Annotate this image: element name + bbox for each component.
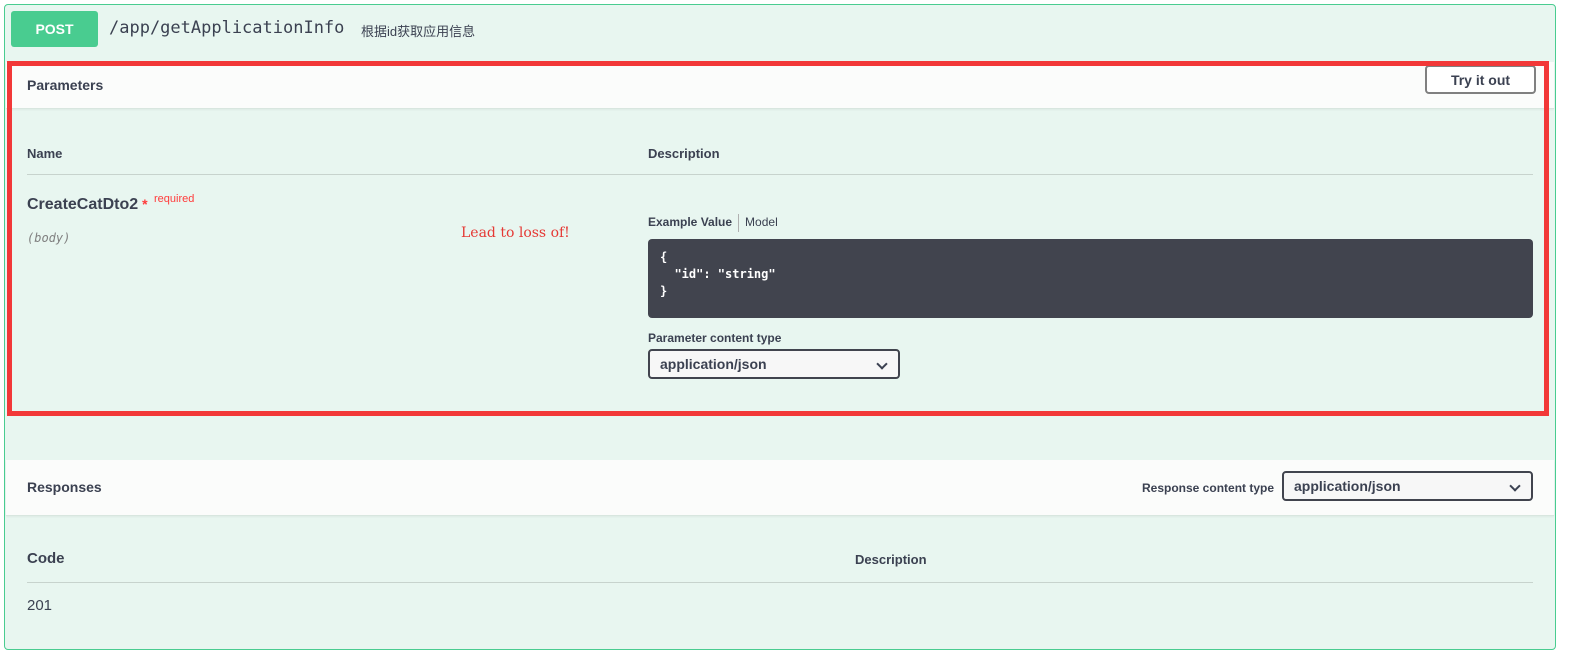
parameters-name-header: Name bbox=[27, 146, 63, 161]
responses-title: Responses bbox=[27, 479, 102, 495]
param-name: CreateCatDto2 * bbox=[27, 196, 148, 214]
parameters-header: Parameters Try it out bbox=[6, 62, 1554, 109]
operation-block: POST /app/getApplicationInfo 根据id获取应用信息 … bbox=[4, 4, 1556, 650]
parameter-content-type-value: application/json bbox=[660, 356, 767, 372]
tab-example-value[interactable]: Example Value bbox=[648, 215, 732, 229]
required-star: * bbox=[142, 196, 148, 212]
example-value-code: { "id": "string" } bbox=[648, 239, 1533, 318]
chevron-down-icon bbox=[1509, 480, 1521, 492]
response-content-type-label: Response content type bbox=[1142, 481, 1275, 495]
parameter-content-type-select[interactable]: application/json bbox=[648, 349, 900, 379]
response-code: 201 bbox=[27, 597, 53, 614]
response-content-type-select[interactable]: application/json bbox=[1282, 471, 1533, 501]
chevron-down-icon bbox=[876, 358, 888, 370]
required-label: required bbox=[154, 193, 195, 205]
responses-code-header: Code bbox=[27, 550, 65, 567]
tab-model[interactable]: Model bbox=[745, 215, 778, 229]
responses-description-header: Description bbox=[855, 552, 927, 567]
param-name-text: CreateCatDto2 bbox=[27, 196, 139, 213]
parameters-title: Parameters bbox=[27, 77, 104, 93]
operation-description: 根据id获取应用信息 bbox=[361, 24, 476, 39]
parameters-divider bbox=[27, 174, 1533, 175]
response-content-type-value: application/json bbox=[1294, 478, 1401, 494]
parameter-content-type-label: Parameter content type bbox=[648, 331, 782, 345]
responses-divider bbox=[27, 582, 1533, 583]
try-it-out-button[interactable]: Try it out bbox=[1425, 65, 1536, 94]
parameters-description-header: Description bbox=[648, 146, 720, 161]
method-badge: POST bbox=[11, 11, 98, 47]
example-tabs: Example Value Model bbox=[648, 214, 778, 232]
operation-path: /app/getApplicationInfo bbox=[109, 18, 345, 38]
annotation-text: Lead to loss of! bbox=[461, 225, 570, 241]
param-location: (body) bbox=[27, 231, 71, 245]
operation-summary[interactable]: POST /app/getApplicationInfo 根据id获取应用信息 bbox=[5, 5, 1555, 51]
tab-separator bbox=[738, 214, 740, 232]
